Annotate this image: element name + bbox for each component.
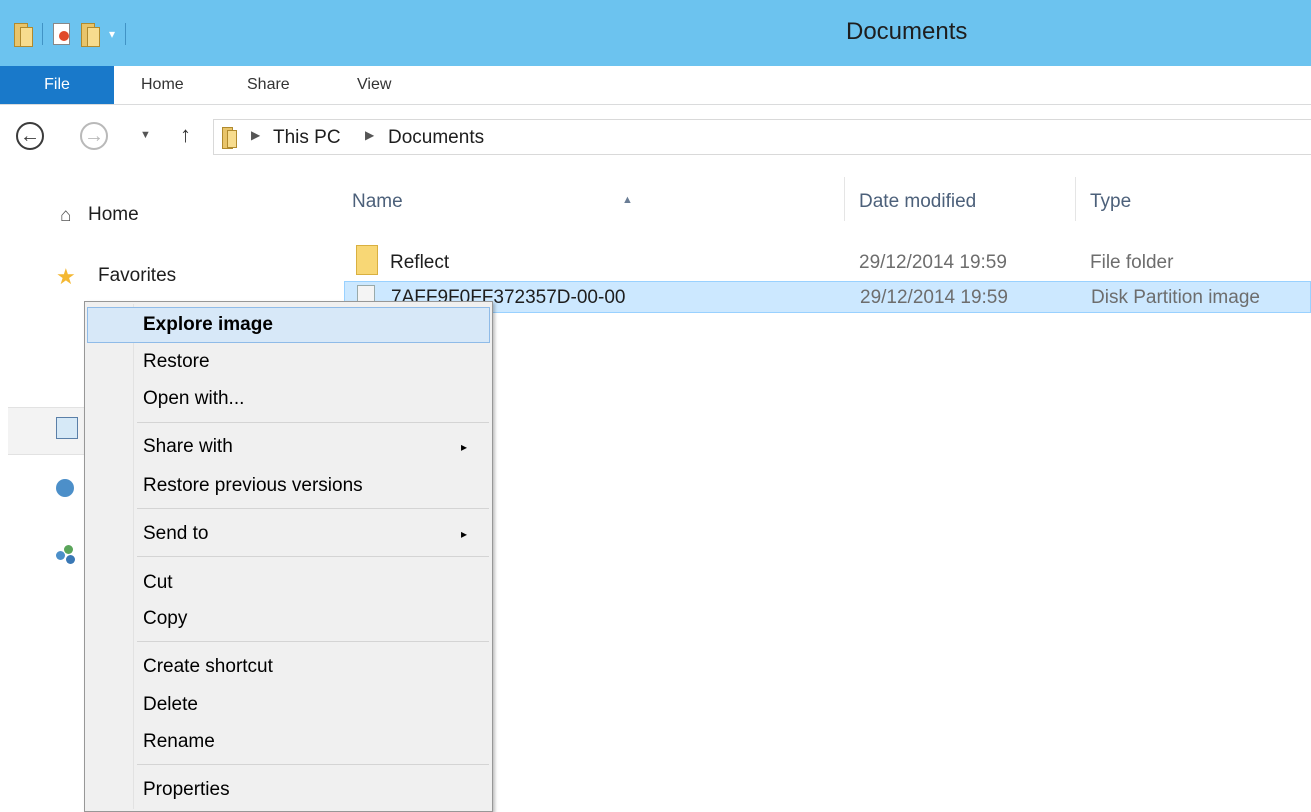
folder-icon [222,127,237,149]
breadcrumb-this-pc[interactable]: This PC [273,127,341,149]
menu-item-delete[interactable]: Delete [87,687,490,723]
menu-item-label: Copy [143,608,188,629]
column-header-type[interactable]: Type [1090,191,1131,213]
menu-item-rename[interactable]: Rename [87,724,490,760]
sort-ascending-icon: ▲ [622,194,633,206]
sidebar-item-favorites[interactable]: ★ Favorites [56,264,177,289]
ribbon-tabs: File Home Share View [0,66,1311,105]
file-name: Reflect [390,252,450,273]
menu-separator [137,556,489,557]
address-bar[interactable]: ▶ This PC ▶ Documents [213,119,1311,155]
file-date: 29/12/2014 19:59 [859,252,1007,273]
menu-item-label: Send to [143,523,209,544]
chevron-right-icon[interactable]: ▶ [251,128,260,142]
properties-icon[interactable] [53,23,71,45]
column-header-name[interactable]: Name ▲ [352,191,633,213]
folder-icon[interactable] [14,23,33,47]
context-menu: Explore image Restore Open with... Share… [84,301,493,812]
chevron-right-icon[interactable]: ▶ [365,128,374,142]
column-divider[interactable] [1075,177,1076,221]
breadcrumb-documents[interactable]: Documents [388,127,484,149]
menu-item-properties[interactable]: Properties [87,772,490,808]
menu-separator [137,422,489,423]
sidebar-item-home[interactable]: ⌂ Home [60,204,139,226]
menu-item-label: Properties [143,779,230,800]
menu-item-restore-previous-versions[interactable]: Restore previous versions [87,468,490,504]
folder-icon [356,245,378,275]
menu-item-label: Create shortcut [143,656,273,677]
new-folder-icon[interactable] [81,23,100,47]
homegroup-icon[interactable] [56,545,78,567]
file-date: 29/12/2014 19:59 [860,287,1008,308]
menu-item-label: Rename [143,731,215,752]
column-header-label: Name [352,191,403,212]
star-icon: ★ [56,264,76,289]
menu-item-label: Restore previous versions [143,475,363,496]
menu-item-share-with[interactable]: Share with ▸ [87,429,490,465]
tab-file[interactable]: File [0,66,114,104]
tab-home[interactable]: Home [141,66,184,104]
sidebar-item-label: Home [88,204,139,225]
file-type: File folder [1090,252,1174,273]
menu-item-label: Cut [143,572,173,593]
menu-item-cut[interactable]: Cut [87,565,490,601]
up-arrow-icon[interactable]: ↑ [180,122,191,148]
forward-arrow-icon[interactable]: → [80,122,108,150]
network-icon[interactable] [56,479,74,497]
submenu-arrow-icon: ▸ [461,440,468,454]
menu-item-label: Share with [143,436,233,457]
quick-access-toolbar: ▾ [14,20,127,48]
submenu-arrow-icon: ▸ [461,527,468,541]
back-arrow-icon[interactable]: ← [16,122,44,150]
menu-item-copy[interactable]: Copy [87,601,490,637]
navigation-bar: ← → ▼ ↑ ▶ This PC ▶ Documents [0,105,1311,171]
column-header-date-modified[interactable]: Date modified [859,191,976,213]
menu-item-send-to[interactable]: Send to ▸ [87,516,490,552]
column-divider[interactable] [844,177,845,221]
window-title: Documents [846,18,968,45]
toolbar-separator [125,23,127,45]
toolbar-separator [42,23,43,45]
customize-toolbar-icon[interactable]: ▾ [109,27,115,41]
menu-item-open-with[interactable]: Open with... [87,381,490,417]
home-icon: ⌂ [60,205,72,226]
menu-item-label: Open with... [143,388,245,409]
tab-share[interactable]: Share [247,66,290,104]
sidebar-item-label: Favorites [98,265,177,286]
menu-item-explore-image[interactable]: Explore image [87,307,490,343]
menu-item-label: Restore [143,351,210,372]
tab-view[interactable]: View [357,66,391,104]
menu-item-create-shortcut[interactable]: Create shortcut [87,649,490,685]
list-item[interactable]: Reflect 29/12/2014 19:59 File folder [344,245,1311,279]
recent-locations-icon[interactable]: ▼ [140,129,151,141]
menu-separator [137,641,489,642]
computer-icon[interactable] [56,417,78,439]
menu-separator [137,508,489,509]
file-type: Disk Partition image [1091,287,1260,308]
menu-item-label: Explore image [143,314,273,335]
menu-item-label: Delete [143,694,198,715]
menu-item-restore[interactable]: Restore [87,344,490,380]
title-bar: ▾ Documents [0,0,1311,66]
menu-separator [137,764,489,765]
